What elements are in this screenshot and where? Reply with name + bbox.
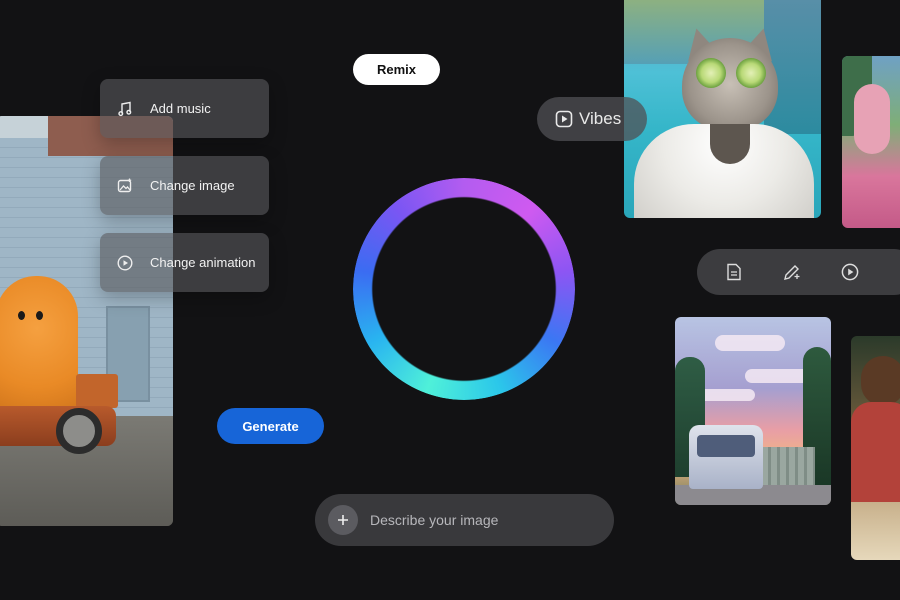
add-music-label: Add music (150, 101, 211, 116)
photo-pink-figure[interactable] (842, 56, 900, 228)
vibes-label: Vibes (579, 109, 622, 128)
prompt-input[interactable]: Describe your image (315, 494, 614, 546)
change-image-button[interactable]: Change image (100, 156, 269, 215)
photo-dancer[interactable] (851, 336, 900, 560)
change-image-label: Change image (150, 178, 235, 193)
pencil-sparkle-icon[interactable] (763, 263, 821, 281)
prompt-placeholder: Describe your image (370, 512, 499, 528)
document-icon[interactable] (705, 263, 763, 281)
photo-van-sunset[interactable] (675, 317, 831, 505)
add-music-button[interactable]: Add music (100, 79, 269, 138)
play-circle-icon[interactable] (821, 263, 879, 281)
photo-cat-cucumber-spa[interactable] (624, 0, 821, 218)
image-sparkle-icon (100, 178, 150, 194)
media-toolbar (697, 249, 900, 295)
vibes-button[interactable]: Vibes (537, 97, 647, 141)
change-animation-button[interactable]: Change animation (100, 233, 269, 292)
music-note-icon (100, 101, 150, 117)
play-square-icon (555, 110, 573, 128)
plus-icon[interactable] (328, 505, 358, 535)
loading-ring (353, 178, 575, 400)
play-circle-icon (100, 254, 150, 271)
remix-label: Remix (376, 62, 417, 77)
change-animation-label: Change animation (150, 255, 256, 270)
generate-button[interactable]: Generate (217, 408, 324, 444)
remix-button[interactable]: Remix (353, 54, 440, 85)
generate-label: Generate (242, 418, 299, 434)
